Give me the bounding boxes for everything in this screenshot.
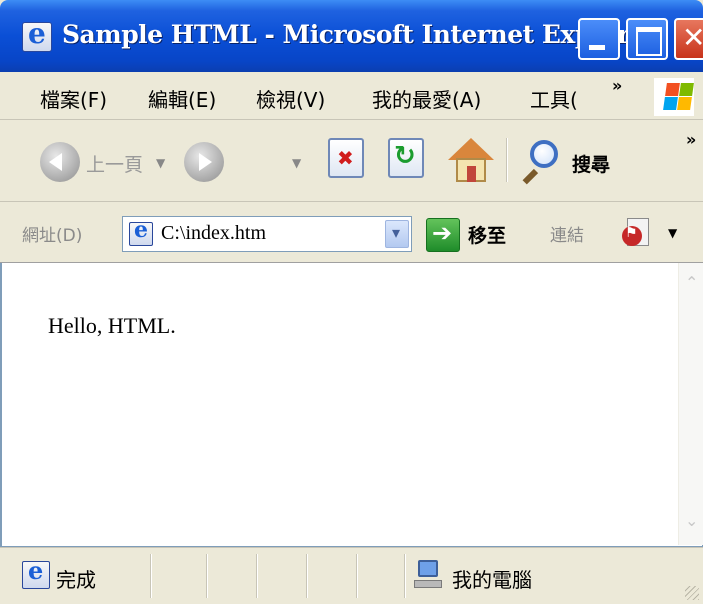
menu-edit[interactable]: 編輯(E) xyxy=(148,84,216,113)
back-icon[interactable] xyxy=(40,142,80,182)
status-ie-icon xyxy=(22,556,50,589)
menu-view[interactable]: 檢視(V) xyxy=(256,84,325,113)
refresh-icon[interactable] xyxy=(388,138,424,178)
status-bar: 完成 我的電腦 xyxy=(0,547,703,604)
status-pane-divider xyxy=(150,554,152,598)
close-button[interactable] xyxy=(674,18,703,60)
stop-icon[interactable] xyxy=(328,138,364,178)
address-input[interactable]: C:\index.htm xyxy=(122,216,412,252)
scroll-up-icon[interactable] xyxy=(683,271,703,292)
security-zone-text: 我的電腦 xyxy=(452,568,532,592)
home-icon[interactable] xyxy=(448,138,494,184)
toolbar-separator xyxy=(506,138,508,182)
menu-file[interactable]: 檔案(F) xyxy=(40,84,107,113)
title-bar[interactable]: Sample HTML - Microsoft Internet Explore… xyxy=(0,0,703,72)
status-pane-divider xyxy=(404,554,406,598)
address-bar: 網址(D) C:\index.htm xyxy=(0,203,703,263)
status-text: 完成 xyxy=(56,568,96,592)
maximize-button[interactable] xyxy=(626,18,668,60)
address-label: 網址(D) xyxy=(22,226,83,246)
toolbar-overflow-chevron[interactable]: » xyxy=(686,130,696,149)
address-value[interactable]: C:\index.htm xyxy=(161,222,266,245)
menu-bar: 檔案(F) 編輯(E) 檢視(V) 我的最愛(A) 工具( » xyxy=(0,72,703,120)
window-title: Sample HTML - Microsoft Internet Explore… xyxy=(62,20,658,49)
go-button-label[interactable]: 移至 xyxy=(468,221,506,248)
menu-overflow-chevron[interactable]: » xyxy=(612,76,622,95)
pdf-icon[interactable] xyxy=(622,218,652,250)
status-pane-divider xyxy=(356,554,358,598)
menu-tools[interactable]: 工具( xyxy=(530,84,578,113)
ie-icon[interactable] xyxy=(22,17,52,52)
windows-logo-icon xyxy=(654,78,694,116)
address-dropdown-icon[interactable] xyxy=(385,220,409,248)
search-icon[interactable] xyxy=(516,138,564,186)
status-pane-divider xyxy=(306,554,308,598)
page-text: Hello, HTML. xyxy=(48,313,176,338)
status-pane-divider xyxy=(256,554,258,598)
resize-grip[interactable] xyxy=(685,586,699,600)
browser-window: Sample HTML - Microsoft Internet Explore… xyxy=(0,0,703,604)
computer-icon xyxy=(414,560,442,592)
back-button-label[interactable]: 上一頁 xyxy=(86,150,143,177)
status-pane-divider xyxy=(206,554,208,598)
page-ie-icon xyxy=(129,217,153,246)
page-content[interactable]: Hello, HTML. xyxy=(0,263,703,547)
vertical-scrollbar[interactable] xyxy=(678,263,703,545)
menu-favorites[interactable]: 我的最愛(A) xyxy=(372,84,481,113)
minimize-button[interactable] xyxy=(578,18,620,60)
forward-dropdown-icon[interactable]: ▼ xyxy=(292,156,301,170)
go-arrow-icon[interactable] xyxy=(426,218,460,252)
back-dropdown-icon[interactable]: ▼ xyxy=(156,156,165,170)
scroll-down-icon[interactable] xyxy=(683,511,703,537)
search-button-label[interactable]: 搜尋 xyxy=(572,150,610,177)
links-label[interactable]: 連結 xyxy=(550,221,584,246)
pdf-dropdown-icon[interactable]: ▼ xyxy=(668,226,677,240)
forward-icon[interactable] xyxy=(184,142,224,182)
